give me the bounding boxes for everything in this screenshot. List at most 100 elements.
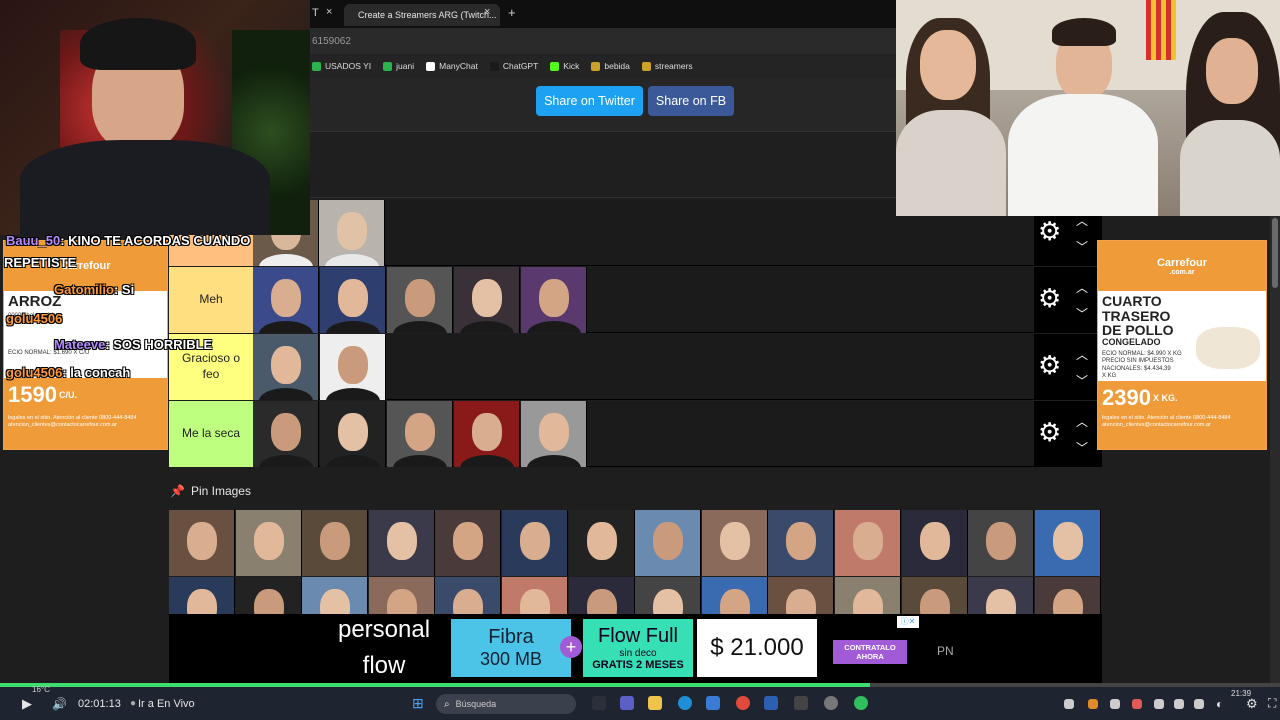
pin-thumb[interactable] [635, 577, 702, 618]
chevron-down-icon[interactable]: ﹀ [1076, 372, 1088, 389]
bookmark-item[interactable]: Kick [550, 61, 579, 71]
chevron-down-icon[interactable]: ﹀ [1076, 439, 1088, 456]
tier-thumb[interactable] [253, 401, 319, 467]
tier-thumb[interactable] [387, 401, 453, 467]
pin-thumb[interactable] [701, 577, 768, 618]
tray-icon[interactable] [1088, 699, 1098, 709]
pin-thumb[interactable] [368, 510, 435, 576]
tray-icon[interactable] [1110, 699, 1120, 709]
tier-thumb[interactable] [320, 401, 386, 467]
bookmark-item[interactable]: ChatGPT [489, 61, 538, 71]
chevron-down-icon[interactable]: ﹀ [1076, 305, 1088, 322]
pin-thumb[interactable] [1034, 577, 1101, 618]
ad-info-icon[interactable]: ⓘ✕ [897, 616, 919, 628]
windows-start-icon[interactable]: ⊞ [412, 695, 424, 712]
gear-icon[interactable]: ⚙ [1038, 285, 1061, 311]
taskbar-teams-icon[interactable] [620, 696, 634, 710]
bookmark-item[interactable]: juani [383, 61, 414, 71]
gear-icon[interactable]: ⚙ [1038, 218, 1061, 244]
tier-label[interactable]: Me la seca [169, 401, 253, 467]
pin-thumb[interactable] [901, 577, 968, 618]
share-fb-button[interactable]: Share on FB [648, 86, 734, 116]
battery-icon[interactable] [1194, 699, 1204, 709]
pin-thumb[interactable] [302, 510, 369, 576]
share-twitter-button[interactable]: Share on Twitter [536, 86, 643, 116]
pin-thumb[interactable] [435, 577, 502, 618]
pin-thumb[interactable] [302, 577, 369, 618]
pin-thumb[interactable] [568, 510, 635, 576]
chevron-down-icon[interactable]: ﹀ [1076, 238, 1088, 255]
tier-thumb[interactable] [521, 267, 587, 333]
chevron-up-icon[interactable]: ︿ [1076, 279, 1088, 296]
pin-thumb[interactable] [768, 510, 835, 576]
tab-close-icon[interactable]: × [484, 6, 490, 18]
taskbar-explorer-icon[interactable] [648, 696, 662, 710]
tray-icon[interactable] [1132, 699, 1142, 709]
pin-thumb[interactable] [768, 577, 835, 618]
pin-thumb[interactable] [835, 577, 901, 618]
chevron-up-icon[interactable]: ︿ [1076, 346, 1088, 363]
pin-thumb[interactable] [435, 510, 502, 576]
tier-thumb[interactable] [320, 267, 386, 333]
prev-tab-close-icon[interactable]: × [326, 6, 332, 18]
tier-label[interactable]: Meh [169, 267, 253, 333]
tier-thumb[interactable] [454, 401, 520, 467]
pin-thumb[interactable] [568, 577, 635, 618]
pin-thumb[interactable] [901, 510, 968, 576]
pin-thumb[interactable] [502, 577, 568, 618]
pin-thumb[interactable] [235, 510, 302, 576]
pin-thumb[interactable] [368, 577, 435, 618]
speaker-icon[interactable] [1174, 699, 1184, 709]
bookmark-item[interactable]: bebida [591, 61, 630, 71]
ad-right-carrefour[interactable]: Carrefour .com.ar CUARTO TRASERO DE POLL… [1097, 240, 1267, 450]
bookmark-item[interactable]: streamers [641, 61, 693, 71]
pin-thumb[interactable] [701, 510, 768, 576]
tab-active[interactable]: Create a Streamers ARG (Twitch... [344, 4, 500, 26]
speed-icon[interactable]: ◐ [1216, 697, 1223, 711]
tier-thumb[interactable] [253, 267, 319, 333]
tray-icon[interactable] [1064, 699, 1074, 709]
taskbar-search[interactable]: ⌕ Búsqueda [436, 694, 576, 714]
settings-gear-icon[interactable]: ⚙ [1246, 696, 1258, 712]
pin-thumb[interactable] [635, 510, 702, 576]
pin-thumb[interactable] [968, 510, 1035, 576]
taskbar-word-icon[interactable] [764, 696, 778, 710]
taskbar-obs-icon[interactable] [824, 696, 838, 710]
taskbar-whatsapp-icon[interactable] [854, 696, 868, 710]
personal-flow-banner[interactable]: personal flow Fibra 300 MB + Flow Full s… [169, 614, 1102, 686]
play-icon[interactable]: ▶ [22, 696, 32, 712]
tier-thumb[interactable] [454, 267, 520, 333]
pin-thumb[interactable] [502, 510, 568, 576]
banner-cta-button[interactable]: CONTRATALO AHORA [833, 640, 907, 664]
gear-icon[interactable]: ⚙ [1038, 419, 1061, 445]
address-bar[interactable]: 6159062 [310, 28, 896, 54]
fullscreen-icon[interactable]: ⛶ [1268, 696, 1276, 711]
tier-thumb[interactable] [253, 334, 319, 400]
gear-icon[interactable]: ⚙ [1038, 352, 1061, 378]
taskbar-edge-icon[interactable] [678, 696, 692, 710]
page-scrollbar[interactable] [1270, 216, 1280, 686]
tier-thumb[interactable] [387, 267, 453, 333]
go-live-button[interactable]: Ir a En Vivo [138, 698, 195, 710]
scrollbar-thumb[interactable] [1272, 218, 1278, 288]
chevron-up-icon[interactable]: ︿ [1076, 413, 1088, 430]
tier-thumb[interactable] [320, 334, 386, 400]
pin-thumb[interactable] [169, 577, 235, 618]
taskbar-store-icon[interactable] [706, 696, 720, 710]
tier-thumb[interactable] [319, 200, 385, 266]
taskbar-chrome-icon[interactable] [736, 696, 750, 710]
bookmark-item[interactable]: USADOS YI [312, 61, 371, 71]
pin-thumb[interactable] [235, 577, 302, 618]
new-tab-icon[interactable]: + [508, 5, 516, 20]
pin-thumb[interactable] [1034, 510, 1101, 576]
pin-thumb[interactable] [835, 510, 901, 576]
pin-thumb[interactable] [169, 510, 235, 576]
volume-icon[interactable]: 🔊 [52, 697, 67, 711]
bookmark-item[interactable]: ManyChat [426, 61, 478, 71]
wifi-icon[interactable] [1154, 699, 1164, 709]
pin-thumb[interactable] [968, 577, 1035, 618]
prev-tab-fragment[interactable]: T [312, 7, 319, 19]
tier-thumb[interactable] [521, 401, 587, 467]
taskbar-widgets-icon[interactable] [592, 696, 606, 710]
taskbar-app-icon[interactable] [794, 696, 808, 710]
